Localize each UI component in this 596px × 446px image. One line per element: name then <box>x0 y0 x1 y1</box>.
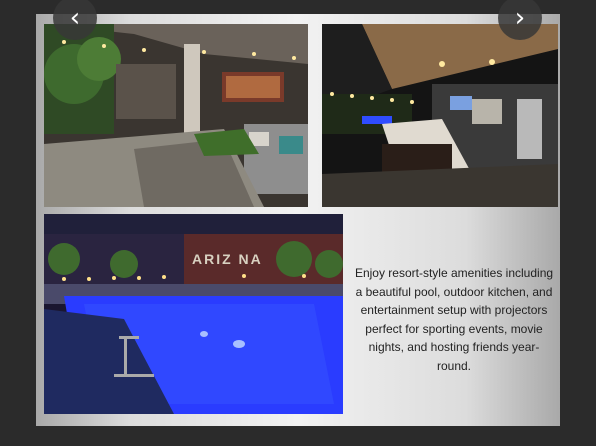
photo-pool-night[interactable]: ARIZ NA <box>44 214 343 414</box>
photo-outdoor-kitchen[interactable] <box>322 24 558 207</box>
amenities-description: Enjoy resort-style amenities including a… <box>354 266 554 373</box>
slideshow-card: ARIZ NA Enjoy resort-style amenities inc… <box>36 14 560 426</box>
photo-patio-lounge[interactable] <box>44 24 308 207</box>
chevron-right-icon: › <box>514 3 526 33</box>
chevron-left-icon: ‹ <box>69 3 81 33</box>
pool-sign-text: ARIZ NA <box>192 251 263 267</box>
